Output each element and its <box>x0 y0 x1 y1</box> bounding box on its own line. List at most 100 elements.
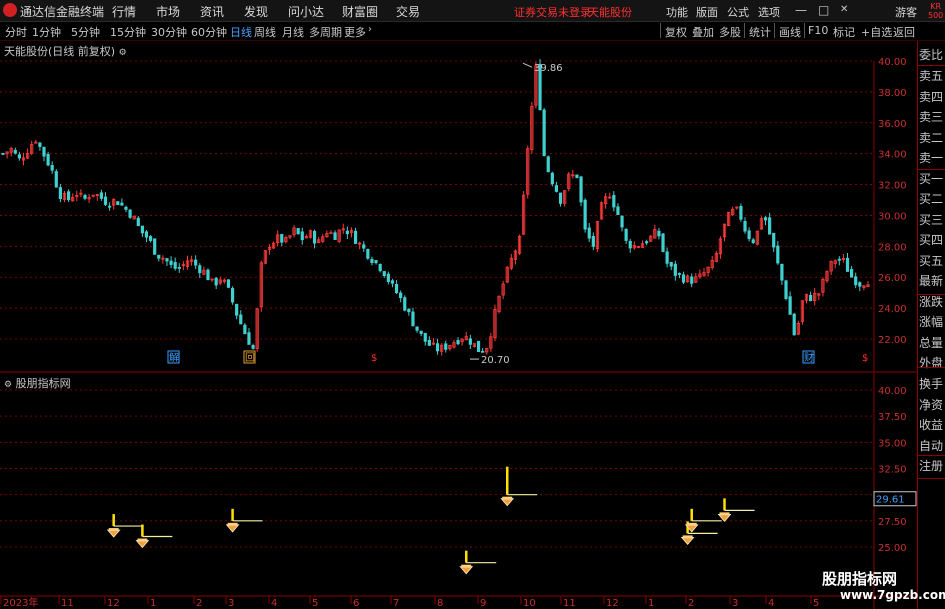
tool-add-watchlist[interactable]: +自选 <box>861 24 892 40</box>
diamond-icon <box>106 529 121 538</box>
menu-item-markets[interactable]: 市场 <box>156 3 180 20</box>
diamond-top <box>719 512 730 516</box>
candle-body <box>140 225 144 234</box>
candle-body <box>173 261 177 269</box>
event-marker-label: 回 <box>245 352 255 364</box>
period-daily[interactable]: 日线 <box>230 24 252 40</box>
x-tick-label: 12 <box>107 598 120 609</box>
main-chart-grid <box>0 60 874 340</box>
menu-item-market[interactable]: 行情 <box>112 3 136 20</box>
menu-item-ask[interactable]: 问小达 <box>288 3 324 20</box>
period-1min[interactable]: 1分钟 <box>32 24 61 40</box>
period-more[interactable]: 更多 <box>344 24 366 40</box>
tool-draw[interactable]: 画线 <box>779 24 801 40</box>
tool-back[interactable]: 返回 <box>893 24 915 40</box>
candle-body <box>382 271 386 276</box>
login-status[interactable]: 证券交易未登录 <box>514 4 591 20</box>
candle-body <box>788 296 792 315</box>
period-intraday[interactable]: 分时 <box>5 24 27 40</box>
menu-item-discover[interactable]: 发现 <box>244 3 268 20</box>
settings-icon[interactable]: ⚙ <box>4 380 12 390</box>
y-tick-label: 40.00 <box>878 57 907 68</box>
period-weekly[interactable]: 周线 <box>254 24 276 40</box>
tool-multi-stock[interactable]: 多股 <box>719 24 741 40</box>
event-marker-label: 财 <box>804 351 814 364</box>
period-monthly[interactable]: 月线 <box>282 24 304 40</box>
side-panel-item-1: 卖五 <box>919 69 944 83</box>
candle-body <box>681 274 686 283</box>
diamond-icon <box>225 524 240 533</box>
candle-body <box>751 239 755 244</box>
main-chart-title-text: 天能股份(日线 前复权) <box>4 45 116 58</box>
menu-formula[interactable]: 公式 <box>727 4 749 20</box>
x-tick-label: 4 <box>271 598 277 609</box>
candle-body <box>645 241 649 244</box>
candle-body <box>657 230 661 237</box>
side-panel-divider <box>917 294 945 295</box>
candle-body <box>144 231 149 238</box>
menu-layout[interactable]: 版面 <box>696 4 718 20</box>
high-marker-line <box>522 62 533 68</box>
candle-body <box>128 209 132 218</box>
x-tick-label: 8 <box>437 598 443 609</box>
diamond-top <box>461 564 472 568</box>
side-panel-item-19[interactable]: 自动 <box>919 437 943 454</box>
chevron-right-icon[interactable]: › <box>368 24 372 35</box>
period-multi[interactable]: 多周期 <box>309 24 342 40</box>
candle-body <box>628 240 632 249</box>
diamond-top <box>108 528 119 532</box>
side-panel-divider <box>917 65 945 66</box>
x-tick-label: 11 <box>61 598 74 609</box>
candle-body <box>206 269 210 281</box>
candle-body <box>612 195 616 208</box>
candle-body <box>58 187 62 200</box>
side-panel-item-11: 最新 <box>919 274 944 288</box>
candle-body <box>776 245 780 264</box>
candle-body <box>345 230 349 235</box>
candle-body <box>99 192 103 199</box>
side-panel-item-7: 买二 <box>919 192 944 206</box>
tool-adjust[interactable]: 复权 <box>665 24 687 40</box>
indicator-title-text: 股朋指标网 <box>15 377 71 390</box>
close-icon[interactable]: ✕ <box>840 4 848 15</box>
indicator-signals <box>106 466 755 575</box>
kr-badge-bottom: 500 <box>928 11 944 20</box>
app-title: 通达信金融终端 <box>20 5 105 19</box>
menu-item-news[interactable]: 资讯 <box>200 3 224 20</box>
maximize-icon[interactable]: □ <box>818 3 829 17</box>
event-marker-label: $ <box>862 353 868 364</box>
period-60min[interactable]: 60分钟 <box>191 24 227 40</box>
x-tick-label: 1 <box>648 598 654 609</box>
indicator-title: ⚙ 股朋指标网 <box>4 375 71 391</box>
diamond-top <box>502 496 513 500</box>
menu-item-trade[interactable]: 交易 <box>396 3 420 20</box>
candle-body <box>739 206 743 220</box>
guest-label[interactable]: 游客 <box>895 4 917 20</box>
candle-body <box>362 244 366 249</box>
menu-function[interactable]: 功能 <box>666 4 688 20</box>
current-value-label: 29.61 <box>876 495 905 506</box>
chart-area[interactable]: 39.86 20.70 22.00 24.00 26.00 28.00 30.00 32.0… <box>0 41 917 609</box>
event-marker-label: 解 <box>169 351 179 364</box>
side-panel-item-20[interactable]: 注册 <box>919 457 943 474</box>
tool-bookmark[interactable]: 标记 <box>833 24 855 40</box>
y-tick-label: 22.00 <box>878 335 907 346</box>
tool-stats[interactable]: 统计 <box>749 24 771 40</box>
candle-body <box>103 196 108 205</box>
menu-options[interactable]: 选项 <box>758 4 780 20</box>
menu-item-wealth[interactable]: 财富圈 <box>342 3 378 20</box>
candle-body <box>858 282 862 287</box>
settings-icon[interactable]: ⚙ <box>119 48 127 58</box>
tool-overlay[interactable]: 叠加 <box>692 24 714 40</box>
candle-body <box>403 297 407 311</box>
minimize-icon[interactable]: — <box>795 3 807 17</box>
candle-body <box>50 165 54 171</box>
period-15min[interactable]: 15分钟 <box>110 24 146 40</box>
period-5min[interactable]: 5分钟 <box>71 24 100 40</box>
tool-f10[interactable]: F10 <box>808 24 828 37</box>
side-panel-item-16: 换手 <box>919 377 944 391</box>
candle-body <box>809 294 813 302</box>
x-tick-label: 5 <box>312 598 318 609</box>
period-30min[interactable]: 30分钟 <box>151 24 187 40</box>
candle-body <box>673 263 677 276</box>
